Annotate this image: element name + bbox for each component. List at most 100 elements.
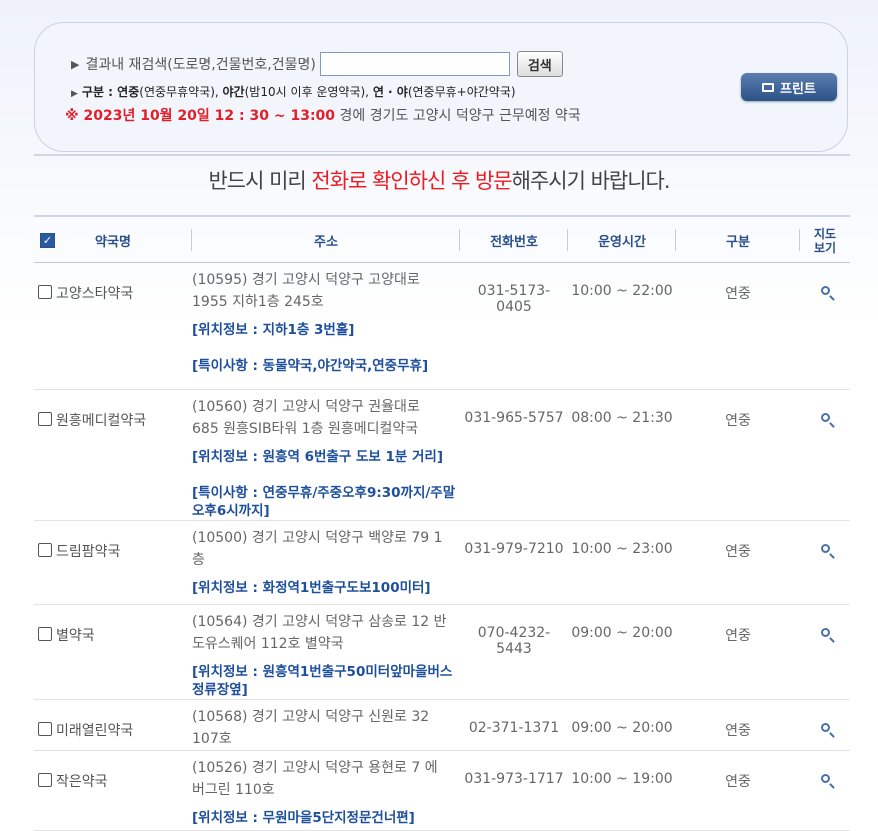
magnifier-icon[interactable] <box>820 774 830 783</box>
select-all-checkbox[interactable]: ✓ <box>40 233 55 248</box>
row-checkbox[interactable] <box>38 773 52 787</box>
map-cell <box>800 750 850 831</box>
header-address: 주소 <box>192 219 460 263</box>
print-button[interactable]: 프린트 <box>741 73 837 101</box>
table-row: 원흥메디컬약국 (10560) 경기 고양시 덕양구 권율대로 685 원흥SI… <box>34 389 850 521</box>
pharmacy-name: 미래열린약국 <box>56 723 134 739</box>
pharmacy-name: 작은약국 <box>56 774 108 790</box>
hours: 10:00 ~ 22:00 <box>568 262 676 390</box>
location-info: [위치정보 : 원흥역 6번출구 도보 1분 거리] <box>192 449 444 465</box>
notice-pre: 반드시 미리 <box>208 169 312 193</box>
header-map: 지도보기 <box>800 219 850 263</box>
address: (10564) 경기 고양시 덕양구 삼송로 12 반도유스퀘어 112호 별약… <box>192 614 447 652</box>
address-cell: (10568) 경기 고양시 덕양구 신원로 32 107호 <box>192 699 460 751</box>
pharmacy-name: 고양스타약국 <box>56 286 134 302</box>
print-label: 프린트 <box>780 81 816 97</box>
type: 연중 <box>676 262 800 390</box>
phone: 031-5173-0405 <box>460 262 568 390</box>
magnifier-icon[interactable] <box>820 413 830 422</box>
legend-yearround-desc: (연중무휴약국), <box>139 85 223 99</box>
legend-prefix: 구분 : <box>81 85 118 99</box>
notice-post: 해주시기 바랍니다. <box>511 169 671 193</box>
address-cell: (10526) 경기 고양시 덕양구 용현로 7 에버그린 110호 [위치정보 … <box>192 750 460 831</box>
search-button[interactable]: 검색 <box>516 51 563 77</box>
address: (10568) 경기 고양시 덕양구 신원로 32 107호 <box>192 709 430 747</box>
type: 연중 <box>676 520 800 605</box>
phone: 070-4232-5443 <box>460 604 568 700</box>
pharmacy-name-cell: 미래열린약국 <box>34 699 192 751</box>
map-cell <box>800 699 850 751</box>
search-label: 결과내 재검색(도로명,건물번호,건물명) <box>85 57 316 73</box>
legend-night-desc: (밤10시 이후 운영약국), <box>244 85 373 99</box>
row-checkbox[interactable] <box>38 627 52 641</box>
header-name: ✓ 약국명 <box>34 219 192 263</box>
address: (10526) 경기 고양시 덕양구 용현로 7 에버그린 110호 <box>192 760 438 798</box>
table-row: 드림팜약국 (10500) 경기 고양시 덕양구 백양로 79 1층 [위치정보 … <box>34 520 850 605</box>
search-panel: ▶ 결과내 재검색(도로명,건물번호,건물명) 검색 ▶ 구분 : 연중(연중무휴… <box>34 22 848 152</box>
legend-both-desc: (연중무휴+야간약국) <box>407 85 516 99</box>
pharmacy-table: ✓ 약국명 주소 전화번호 운영시간 구분 지도보기 고양스타약국 (10595)… <box>34 219 850 831</box>
location-info: [위치정보 : 원흥역1번출구50미터앞마을버스정류장옆] <box>192 664 453 698</box>
address: (10500) 경기 고양시 덕양구 백양로 79 1층 <box>192 530 443 568</box>
triangle-icon: ▶ <box>71 89 78 99</box>
map-cell <box>800 520 850 605</box>
notice: 반드시 미리 전화로 확인하신 후 방문해주시기 바랍니다. <box>0 165 878 195</box>
printer-icon <box>762 82 775 92</box>
pharmacy-name-cell: 별약국 <box>34 604 192 700</box>
location-info: [위치정보 : 무원마을5단지정문건너편] <box>192 810 415 826</box>
table-row: 작은약국 (10526) 경기 고양시 덕양구 용현로 7 에버그린 110호 [… <box>34 750 850 831</box>
magnifier-icon[interactable] <box>820 723 830 732</box>
divider <box>34 154 850 156</box>
special-note: [특이사항 : 동물약국,야간약국,연중무휴] <box>192 358 429 374</box>
special-note: [특이사항 : 연중무휴/주중오후9:30까지/주말오후6시까지] <box>192 485 456 519</box>
legend-yearround: 연중 <box>117 85 140 99</box>
row-checkbox[interactable] <box>38 543 52 557</box>
row-checkbox[interactable] <box>38 722 52 736</box>
legend-night: 야간 <box>222 85 245 99</box>
phone: 031-979-7210 <box>460 520 568 605</box>
pharmacy-name: 별약국 <box>56 628 95 644</box>
table-header: ✓ 약국명 주소 전화번호 운영시간 구분 지도보기 <box>34 219 850 263</box>
type: 연중 <box>676 389 800 521</box>
notice-highlight: 전화로 확인하신 후 방문 <box>311 169 512 193</box>
type: 연중 <box>676 699 800 751</box>
map-cell <box>800 262 850 390</box>
header-type: 구분 <box>676 219 800 263</box>
address-cell: (10560) 경기 고양시 덕양구 권율대로 685 원흥SIB타워 1층 원… <box>192 389 460 521</box>
hours: 10:00 ~ 23:00 <box>568 520 676 605</box>
pharmacy-name-cell: 원흥메디컬약국 <box>34 389 192 521</box>
magnifier-icon[interactable] <box>820 286 830 295</box>
address: (10560) 경기 고양시 덕양구 권율대로 685 원흥SIB타워 1층 원… <box>192 399 420 437</box>
address-cell: (10595) 경기 고양시 덕양구 고양대로 1955 지하1층 245호 [위… <box>192 262 460 390</box>
search-input[interactable] <box>319 52 510 76</box>
pharmacy-name-cell: 드림팜약국 <box>34 520 192 605</box>
row-checkbox[interactable] <box>38 412 52 426</box>
header-hours: 운영시간 <box>568 219 676 263</box>
location-info: [위치정보 : 화정역1번출구도보100미터] <box>192 580 431 596</box>
divider <box>34 215 850 217</box>
date-suffix: 경에 경기도 고양시 덕양구 근무예정 약국 <box>335 108 581 124</box>
phone: 02-371-1371 <box>460 699 568 751</box>
pharmacy-name: 원흥메디컬약국 <box>56 413 147 429</box>
table-row: 별약국 (10564) 경기 고양시 덕양구 삼송로 12 반도유스퀘어 112… <box>34 604 850 700</box>
magnifier-icon[interactable] <box>820 628 830 637</box>
phone: 031-965-5757 <box>460 389 568 521</box>
magnifier-icon[interactable] <box>820 544 830 553</box>
type: 연중 <box>676 750 800 831</box>
pharmacy-name: 드림팜약국 <box>56 544 121 560</box>
location-info: [위치정보 : 지하1층 3번홀] <box>192 322 355 338</box>
address-cell: (10564) 경기 고양시 덕양구 삼송로 12 반도유스퀘어 112호 별약… <box>192 604 460 700</box>
table-row: 미래열린약국 (10568) 경기 고양시 덕양구 신원로 32 107호 02… <box>34 699 850 751</box>
row-checkbox[interactable] <box>38 285 52 299</box>
date-line: ※ 2023년 10월 20일 12 : 30 ~ 13:00 경에 경기도 고… <box>65 105 581 125</box>
hours: 08:00 ~ 21:30 <box>568 389 676 521</box>
pharmacy-name-cell: 작은약국 <box>34 750 192 831</box>
date-mark: ※ 2023년 10월 20일 12 : 30 ~ 13:00 <box>65 108 336 124</box>
table-row: 고양스타약국 (10595) 경기 고양시 덕양구 고양대로 1955 지하1층… <box>34 262 850 390</box>
hours: 09:00 ~ 20:00 <box>568 699 676 751</box>
triangle-icon: ▶ <box>71 57 80 71</box>
pharmacy-name-cell: 고양스타약국 <box>34 262 192 390</box>
search-row: ▶ 결과내 재검색(도로명,건물번호,건물명) 검색 <box>71 51 563 77</box>
hours: 10:00 ~ 19:00 <box>568 750 676 831</box>
hours: 09:00 ~ 20:00 <box>568 604 676 700</box>
